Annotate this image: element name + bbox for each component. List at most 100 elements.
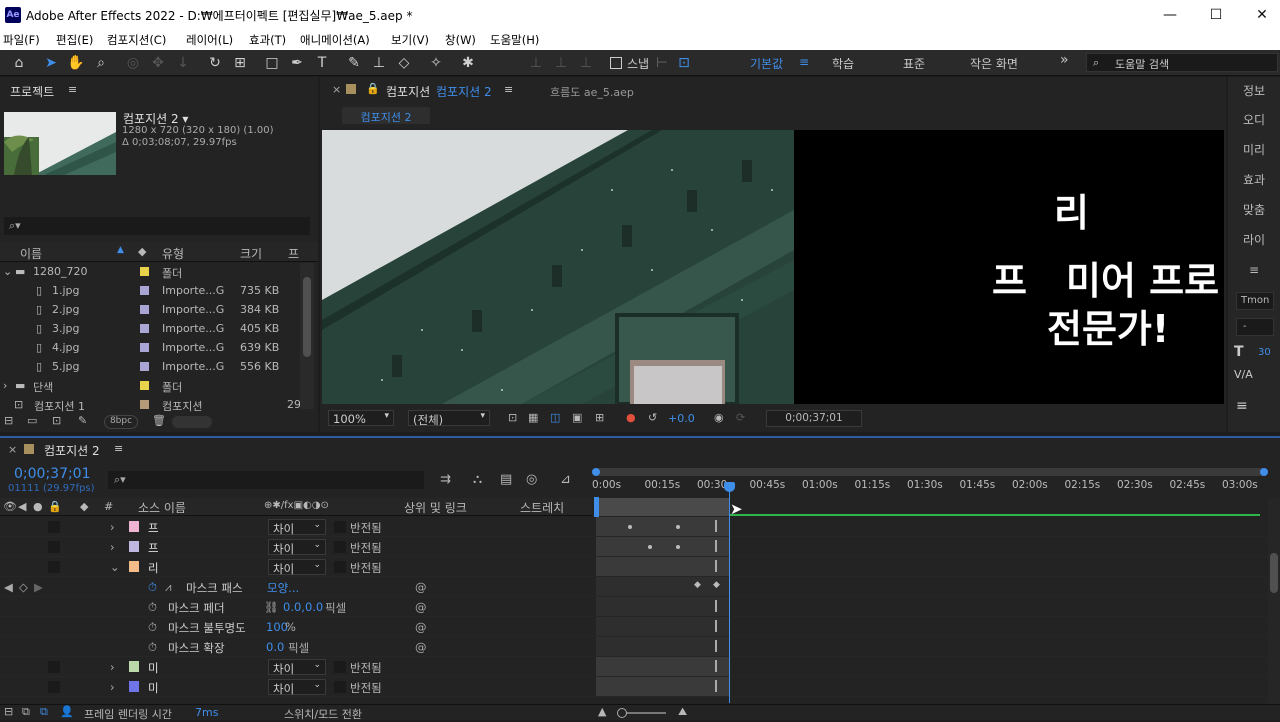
mask-property-value[interactable]: 0.0,0.0 bbox=[283, 600, 323, 614]
panel-menu-icon[interactable]: ≡ bbox=[68, 83, 77, 96]
tab-audio[interactable]: 오디 bbox=[1228, 106, 1280, 134]
layer-label-swatch[interactable] bbox=[129, 541, 139, 552]
switches-col-icons[interactable]: ⊕✱/fx▣◐◑⊙ bbox=[264, 500, 329, 511]
frame-blending-icon[interactable]: ▤ bbox=[500, 472, 512, 487]
chevron-right-icon[interactable]: › bbox=[3, 379, 7, 392]
snap-checkbox[interactable] bbox=[610, 57, 622, 69]
eye-col-icon[interactable]: 👁 bbox=[3, 500, 17, 513]
guides-icon[interactable]: ▣ bbox=[572, 411, 582, 424]
maximize-button[interactable]: ☐ bbox=[1193, 4, 1239, 26]
show-snapshot-icon[interactable]: ⟳ bbox=[736, 411, 745, 424]
pan-tool-icon[interactable]: ✥ bbox=[149, 54, 167, 72]
minimize-button[interactable]: — bbox=[1147, 4, 1193, 26]
comp-breadcrumb[interactable]: 컴포지션 2 bbox=[342, 107, 430, 124]
graph-icon[interactable]: ⩘ bbox=[165, 580, 172, 595]
col-frame[interactable]: 프 bbox=[288, 245, 299, 262]
snap-target-icon[interactable]: ⊡ bbox=[675, 54, 693, 72]
time-ruler[interactable]: 0:00s 00:15s 00:30s 00:45s 01:00s 01:15s 01:30… bbox=[592, 478, 1266, 498]
new-comp-icon[interactable]: ⊡ bbox=[52, 414, 61, 427]
timeline-search-input[interactable]: ⌕▾ bbox=[108, 471, 424, 489]
stopwatch-icon[interactable]: ⏱ bbox=[148, 580, 157, 595]
bpc-button[interactable]: 8bpc bbox=[104, 415, 138, 429]
font-size-value[interactable]: 30 bbox=[1258, 347, 1271, 358]
pick-whip-icon[interactable]: @ bbox=[415, 600, 427, 614]
label-swatch[interactable] bbox=[140, 343, 149, 352]
composition-canvas[interactable]: 리 프 미어 프로 전문가! bbox=[322, 130, 1224, 404]
roto-brush-tool-icon[interactable]: ✧ bbox=[427, 54, 445, 72]
project-search-input[interactable]: ⌕▾ bbox=[4, 217, 310, 235]
layer-out-point-icon[interactable] bbox=[715, 660, 721, 672]
project-item[interactable]: › ▬ 단색 폴더 bbox=[0, 376, 310, 395]
pick-whip-icon[interactable]: @ bbox=[415, 620, 427, 634]
type-tool-icon[interactable]: T bbox=[313, 54, 331, 72]
viewer-timecode[interactable]: 0;00;37;01 bbox=[766, 410, 862, 427]
workspace-more-icon[interactable]: » bbox=[1060, 52, 1069, 68]
lock-icon[interactable]: 🔒 bbox=[366, 82, 380, 95]
label-col-icon[interactable]: ◆ bbox=[138, 245, 146, 258]
layer-duration-bar[interactable] bbox=[596, 657, 730, 676]
playhead-handle[interactable] bbox=[724, 482, 735, 492]
menu-help[interactable]: 도움말(H) bbox=[490, 32, 539, 48]
zoom-tool-icon[interactable]: ⌕ bbox=[92, 54, 110, 72]
trash-icon[interactable]: 🗑 bbox=[152, 414, 166, 427]
solo-col-icon[interactable]: ● bbox=[33, 500, 43, 513]
label-swatch[interactable] bbox=[140, 362, 149, 371]
layer-name[interactable]: 프 bbox=[148, 540, 159, 556]
rotate-tool-icon[interactable]: ↻ bbox=[206, 54, 224, 72]
axis-tool-icon[interactable]: ⊥ bbox=[527, 54, 545, 72]
layer-duration-bar[interactable] bbox=[596, 537, 730, 556]
project-item[interactable]: ⌄▬1280_720폴더⧉ bbox=[0, 262, 310, 281]
project-item[interactable]: ▯ 4.jpg Importe...G 639 KB bbox=[0, 338, 310, 357]
eraser-tool-icon[interactable]: ◇ bbox=[395, 54, 413, 72]
track-matte-toggle[interactable] bbox=[334, 521, 346, 533]
prev-keyframe-icon[interactable]: ◀ bbox=[4, 580, 13, 594]
blend-mode-dropdown[interactable]: 차이 ⌄ bbox=[268, 519, 326, 536]
lock-toggle[interactable] bbox=[48, 681, 60, 693]
sort-up-icon[interactable]: ▲ bbox=[117, 245, 124, 255]
pick-whip-icon[interactable]: @ bbox=[415, 580, 427, 594]
layer-out-point-icon[interactable] bbox=[715, 520, 721, 532]
font-family-field[interactable]: Tmon bbox=[1236, 292, 1274, 310]
orbit-tool-icon[interactable]: ◎ bbox=[124, 54, 142, 72]
time-navigator[interactable] bbox=[592, 468, 1268, 476]
in-out-icon[interactable]: ⧉ bbox=[40, 705, 48, 719]
blend-mode-dropdown[interactable]: 차이 ⌄ bbox=[268, 559, 326, 576]
tab-preview[interactable]: 미리 bbox=[1228, 136, 1280, 164]
lock-toggle[interactable] bbox=[48, 561, 60, 573]
chevron-right-icon[interactable]: › bbox=[110, 680, 115, 694]
layer-duration-bar[interactable] bbox=[596, 517, 730, 536]
col-size[interactable]: 크기 bbox=[240, 245, 262, 262]
render-time-icon[interactable]: 👤 bbox=[60, 705, 74, 718]
col-parent-link[interactable]: 상위 및 링크 bbox=[404, 499, 467, 516]
mask-property-row[interactable]: ◀ ◇ ▶ ⏱ ⩘ 마스크 패스 모양... @ ◆ ◆ bbox=[0, 577, 1280, 597]
label-col-icon[interactable]: ◆ bbox=[80, 500, 88, 513]
zoom-out-icon[interactable]: ▲ bbox=[598, 705, 606, 718]
view-axis-icon[interactable]: ⊥ bbox=[577, 54, 595, 72]
layer-name[interactable]: 미 bbox=[148, 680, 159, 696]
stopwatch-icon[interactable]: ⏱ bbox=[148, 620, 157, 635]
menu-effect[interactable]: 효과(T) bbox=[249, 32, 286, 48]
tab-library[interactable]: 라이 bbox=[1228, 226, 1280, 254]
close-timeline-tab-icon[interactable]: × bbox=[8, 443, 17, 456]
motion-blur-icon[interactable]: ◎ bbox=[526, 472, 537, 487]
layer-name[interactable]: 리 bbox=[148, 560, 159, 576]
close-tab-icon[interactable]: × bbox=[332, 83, 341, 96]
tab-paragraph-icon[interactable]: ≡ bbox=[1228, 256, 1280, 284]
layer-row[interactable]: › 프 차이 ⌄ 반전됨 bbox=[0, 537, 1280, 557]
project-item[interactable]: ⊡ 컴포지션 1 컴포지션 29 bbox=[0, 395, 310, 412]
track-matte-toggle[interactable] bbox=[334, 561, 346, 573]
thumbnail-size-slider[interactable] bbox=[172, 416, 212, 428]
3d-view-icon[interactable]: ⊞ bbox=[595, 411, 604, 424]
label-swatch[interactable] bbox=[140, 400, 149, 409]
interpret-footage-icon[interactable]: ⊟ bbox=[4, 414, 13, 427]
viewer-tab-label[interactable]: 컴포지션 bbox=[386, 83, 430, 100]
property-out-point-icon[interactable] bbox=[715, 620, 721, 632]
project-item[interactable]: ▯ 5.jpg Importe...G 556 KB bbox=[0, 357, 310, 376]
label-swatch[interactable] bbox=[140, 267, 149, 276]
project-scrollbar[interactable] bbox=[300, 263, 314, 409]
reset-exposure-icon[interactable]: ↺ bbox=[648, 411, 657, 424]
project-item[interactable]: ▯ 1.jpg Importe...G 735 KB bbox=[0, 281, 310, 300]
tab-align[interactable]: 맞춤 bbox=[1228, 196, 1280, 224]
workspace-learn[interactable]: 학습 bbox=[832, 55, 854, 72]
workspace-menu-icon[interactable]: ≡ bbox=[799, 55, 809, 69]
